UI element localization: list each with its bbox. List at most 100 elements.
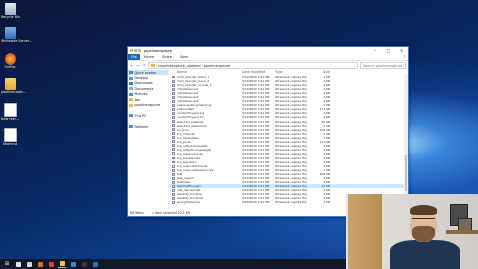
item-count: 88 items [130,211,144,215]
taskbar-task-view-button[interactable] [25,260,33,268]
taskbar-store-button[interactable] [91,260,99,268]
tab-view[interactable]: View [176,55,192,59]
nav-item-icon [129,92,133,96]
up-button[interactable]: ↑ [142,63,146,68]
vertical-scrollbar[interactable] [404,75,408,210]
start-button[interactable]: ⊞ [3,260,11,268]
capture-file-icon [172,192,175,196]
webcam-presenter-body [390,240,460,269]
taskbar-chrome-button[interactable] [47,260,55,268]
webcam-shelf [446,230,478,234]
nav-item-label: Downloads [134,81,153,86]
capture-file-icon [172,99,175,103]
nav-item-label: Desktop [134,76,149,81]
capture-file-icon [172,164,175,168]
capture-file-icon [172,79,175,83]
capture-file-icon [172,107,175,111]
column-header-type[interactable]: Type [275,70,310,74]
firefox-icon [4,53,16,65]
file-rows: mod_iolender_trend_1 3/19/2020 3:21 PM Wir… [169,75,408,205]
new-folder-icon[interactable] [138,49,141,52]
webcam-overlay [346,194,478,269]
close-button[interactable]: ✕ [395,47,408,54]
tab-share[interactable]: Share [158,55,176,59]
nav-item-label: Network [134,124,149,129]
folder-icon [4,78,16,90]
capture-file-icon [172,144,175,148]
store-icon [92,261,98,267]
back-button[interactable]: ← [130,63,134,68]
nav-item-label: Documents [134,86,154,91]
recycle-bin-icon [4,3,16,15]
webcam-door [348,194,382,269]
webcam-presenter-beard [412,226,435,242]
nav-item-icon [129,81,133,85]
window-controls: – □ ✕ [369,47,408,54]
desktop-icon-server[interactable]: Whiteside Server... [1,27,33,44]
capture-file-icon [172,95,175,99]
desktop-icon-shortcut[interactable]: Shortcut [1,128,19,147]
chrome-icon [48,261,54,267]
column-header-date[interactable]: Date modified [242,70,275,74]
taskbar-file-explorer-button[interactable] [58,260,66,268]
desktop-icon-recycle-bin[interactable]: Recycle Bin [1,3,20,20]
title-bar[interactable]: pipelinecapture – □ ✕ [128,47,408,54]
desktop-icon-label: Shortcut [2,142,18,146]
maximize-button[interactable]: □ [382,47,395,54]
breadcrumb-segment[interactable]: pipelinecapture_updated [158,64,200,68]
capture-file-icon [172,124,175,128]
capture-file-icon [172,120,175,123]
nav-item-label: abc [134,97,141,102]
quick-access-toolbar [128,49,141,52]
terminal-icon [81,261,87,267]
desktop-icon-pipelinecapture[interactable]: pipelinecaptu... [1,78,27,95]
wireshark-icon [70,261,76,267]
taskbar-terminal-button[interactable] [80,260,88,268]
nav-item-label: pipelinecapture [134,103,161,108]
navigation-pane: Quick access Desktop Downloads Documents Pic… [128,69,169,210]
capture-file-icon [172,116,175,119]
taskbar-wireshark-button[interactable] [69,260,77,268]
column-header-size[interactable]: Size [310,70,336,74]
capture-file-icon [172,152,175,156]
tab-home[interactable]: Home [140,55,158,59]
capture-file-icon [172,132,175,136]
scrollbar-thumb[interactable] [404,155,408,191]
search-input[interactable]: Search pipelinecapture [360,62,406,69]
capture-file-icon [172,136,175,140]
column-header-name[interactable]: Name [169,70,242,74]
taskbar-search-button[interactable] [14,260,22,268]
nav-item[interactable]: Network [128,124,168,129]
desktop-icon-label: pipelinecaptu... [1,90,27,94]
forward-button[interactable]: → [136,63,140,68]
nav-item-icon [129,114,133,118]
minimize-button[interactable]: – [369,47,382,54]
breadcrumb-segment[interactable]: pipelinecapture [204,64,230,68]
nav-item-icon [129,87,133,91]
tab-file[interactable]: File [128,54,140,60]
file-size: 1 KB [323,200,330,205]
nav-item-icon [129,103,133,107]
file-type: Wireshark capture file [275,200,307,205]
webcam-presenter-glasses [412,218,435,224]
nav-item-icon [129,98,133,102]
desktop-icon-firefox[interactable]: Firefox [1,53,19,70]
desktop-icon-label: Whiteside Server... [1,39,33,43]
nav-item-icon [129,71,133,75]
properties-icon[interactable] [134,49,137,52]
help-icon[interactable]: ? [403,55,408,59]
desktop-icon-new-text[interactable]: New text... [1,103,19,122]
address-bar[interactable]: › pipelinecapture_updated › pipelinecapt… [148,62,358,69]
taskbar-firefox-button[interactable] [36,260,44,268]
selection-info: 1 item selected 22.1 KB [151,211,191,215]
file-name: wrongtiledevice [177,200,200,205]
file-icon [3,128,17,142]
capture-file-icon [172,75,175,79]
webcam-presenter-hair [410,205,437,215]
capture-file-icon [172,180,175,184]
capture-file-icon [172,128,175,132]
capture-file-icon [172,184,175,188]
desktop-icon-label: New text... [1,117,19,121]
breadcrumb-separator: › [156,63,158,68]
capture-file-icon [172,83,175,87]
